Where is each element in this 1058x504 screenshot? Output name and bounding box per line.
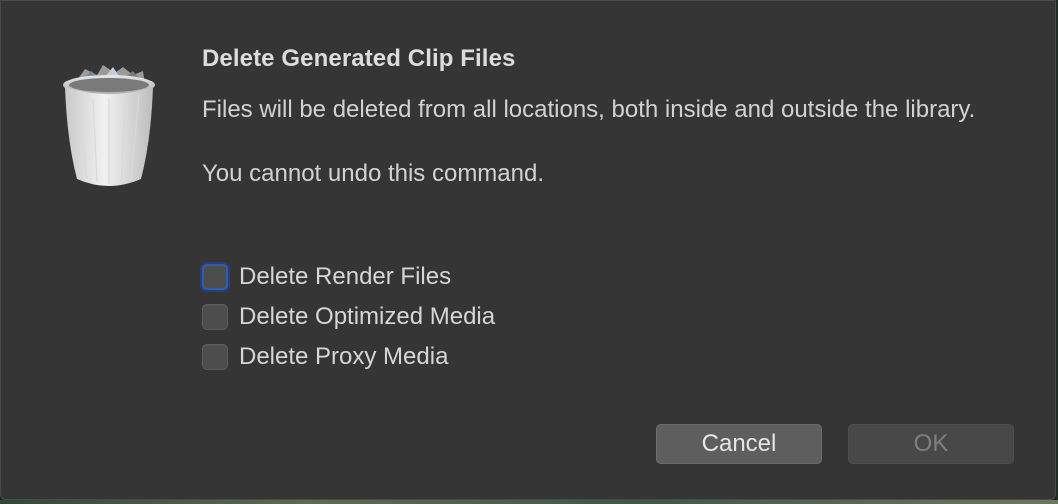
dialog-message: Files will be deleted from all locations… bbox=[202, 94, 1002, 190]
option-delete-render-files[interactable]: Delete Render Files bbox=[202, 257, 495, 297]
delete-proxy-media-checkbox[interactable] bbox=[202, 344, 228, 370]
background-strip bbox=[0, 500, 1058, 504]
cancel-button[interactable]: Cancel bbox=[656, 424, 822, 464]
message-line-1: Files will be deleted from all locations… bbox=[202, 96, 976, 123]
option-label: Delete Optimized Media bbox=[239, 303, 496, 330]
trash-icon bbox=[57, 61, 161, 189]
option-delete-proxy-media[interactable]: Delete Proxy Media bbox=[202, 337, 495, 377]
ok-button[interactable]: OK bbox=[848, 424, 1014, 464]
delete-optimized-media-checkbox[interactable] bbox=[202, 304, 228, 330]
delete-render-files-checkbox[interactable] bbox=[202, 264, 228, 290]
delete-clip-files-dialog: Delete Generated Clip Files Files will b… bbox=[0, 0, 1056, 500]
option-delete-optimized-media[interactable]: Delete Optimized Media bbox=[202, 297, 495, 337]
option-label: Delete Render Files bbox=[239, 263, 452, 290]
option-label: Delete Proxy Media bbox=[239, 343, 449, 370]
message-line-2: You cannot undo this command. bbox=[202, 160, 545, 187]
dialog-title: Delete Generated Clip Files bbox=[202, 45, 516, 72]
options-list: Delete Render Files Delete Optimized Med… bbox=[202, 257, 495, 377]
